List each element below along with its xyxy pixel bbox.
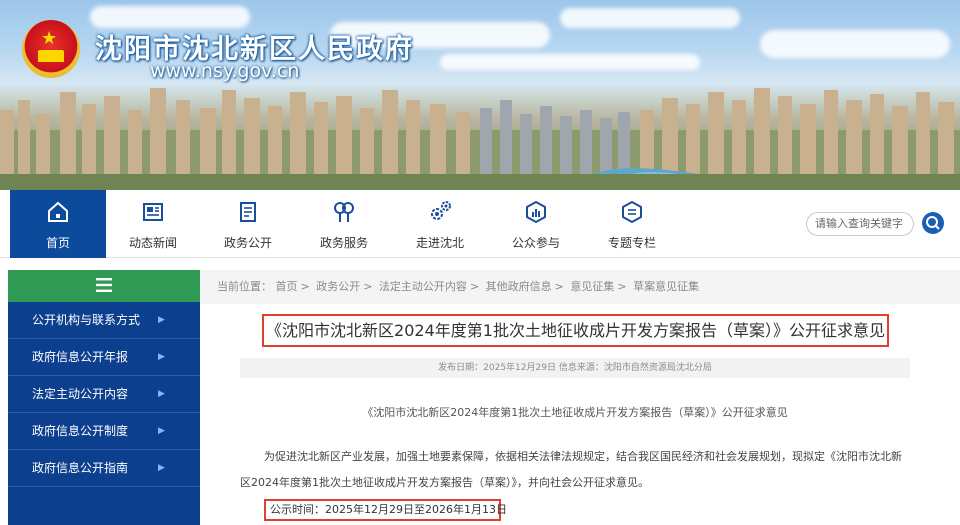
nav-item-label: 动态新闻 <box>128 236 177 250</box>
article-title: 《沈阳市沈北新区2024年度第1批次土地征收成片开发方案报告（草案）》公开征求意… <box>262 314 889 347</box>
sidebar-item-label: 法定主动公开内容 <box>32 387 129 401</box>
notice-period: 公示时间：2025年12月29日至2026年1月13日 <box>264 499 507 521</box>
participation-icon <box>526 200 546 224</box>
nav-item-label: 公众参与 <box>511 236 560 250</box>
nav-item-label: 首页 <box>45 236 70 250</box>
national-emblem-logo: ★ <box>22 20 80 78</box>
sidebar-item-agencies[interactable]: 公开机构与联系方式 ▶ <box>8 302 200 339</box>
breadcrumb-link-gov-open[interactable]: 政务公开 <box>316 280 360 293</box>
sidebar-item-label: 公开机构与联系方式 <box>32 313 141 327</box>
nav-item-about[interactable]: 走进沈北 <box>392 190 488 258</box>
breadcrumb-link-opinions[interactable]: 意见征集 <box>570 280 614 293</box>
arrow-right-icon: ▶ <box>158 315 165 325</box>
breadcrumb: 当前位置： 首页 > 政务公开 > 法定主动公开内容 > 其他政府信息 > 意见征集 > … <box>200 270 960 304</box>
nav-item-label: 政务公开 <box>223 236 272 250</box>
arrow-right-icon: ▶ <box>158 389 165 399</box>
service-icon <box>334 202 354 222</box>
nav-item-topics[interactable]: 专题专栏 <box>584 190 680 258</box>
topic-icon <box>622 200 642 224</box>
city-skyline-image <box>0 88 960 190</box>
article-meta: 发布日期：2025年12月29日 信息来源：沈阳市自然资源局沈北分局 <box>240 358 910 378</box>
header-banner: ★ 沈阳市沈北新区人民政府 www.nsy.gov.cn <box>0 0 960 190</box>
sidebar-item-annual-report[interactable]: 政府信息公开年报 ▶ <box>8 339 200 376</box>
breadcrumb-prefix: 当前位置： <box>217 280 272 293</box>
news-icon <box>143 203 163 221</box>
breadcrumb-link-draft-opinions[interactable]: 草案意见征集 <box>633 280 699 293</box>
sidebar: 公开机构与联系方式 ▶ 政府信息公开年报 ▶ 法定主动公开内容 ▶ 政府信息公开… <box>8 270 200 525</box>
nav-item-participation[interactable]: 公众参与 <box>488 190 584 258</box>
sidebar-item-label: 政府信息公开年报 <box>32 350 129 364</box>
sidebar-item-disclosure-system[interactable]: 政府信息公开制度 ▶ <box>8 413 200 450</box>
sidebar-item-label: 政府信息公开制度 <box>32 424 129 438</box>
sidebar-item-label: 政府信息公开指南 <box>32 461 129 475</box>
sidebar-header[interactable] <box>8 270 200 302</box>
arrow-right-icon: ▶ <box>158 463 165 473</box>
breadcrumb-link-statutory[interactable]: 法定主动公开内容 <box>379 280 467 293</box>
nav-item-label: 政务服务 <box>319 236 368 250</box>
gears-icon <box>431 201 451 220</box>
home-icon <box>48 201 68 222</box>
nav-item-label: 走进沈北 <box>415 236 464 250</box>
nav-item-label: 专题专栏 <box>607 236 656 250</box>
breadcrumb-link-home[interactable]: 首页 <box>276 280 298 293</box>
menu-icon <box>96 278 112 292</box>
article-paragraph: 为促进沈北新区产业发展，加强土地要素保障，依据相关法律法规规定，结合我区国民经济… <box>240 450 902 489</box>
search-icon <box>926 216 940 230</box>
arrow-right-icon: ▶ <box>158 352 165 362</box>
breadcrumb-link-other-info[interactable]: 其他政府信息 <box>486 280 552 293</box>
site-url: www.nsy.gov.cn <box>150 60 300 82</box>
search-input[interactable]: 请输入查询关键字 <box>806 212 914 236</box>
nav-item-gov-service[interactable]: 政务服务 <box>296 190 392 258</box>
document-icon <box>240 202 256 222</box>
search-button[interactable] <box>922 212 944 234</box>
nav-item-gov-open[interactable]: 政务公开 <box>200 190 296 258</box>
sidebar-item-statutory-content[interactable]: 法定主动公开内容 ▶ <box>8 376 200 413</box>
sidebar-item-disclosure-guide[interactable]: 政府信息公开指南 ▶ <box>8 450 200 487</box>
article-subhead: 《沈阳市沈北新区2024年度第1批次土地征收成片开发方案报告（草案）》公开征求意… <box>362 406 788 419</box>
nav-item-news[interactable]: 动态新闻 <box>105 190 201 258</box>
nav-item-home[interactable]: 首页 <box>10 190 106 258</box>
arrow-right-icon: ▶ <box>158 426 165 436</box>
